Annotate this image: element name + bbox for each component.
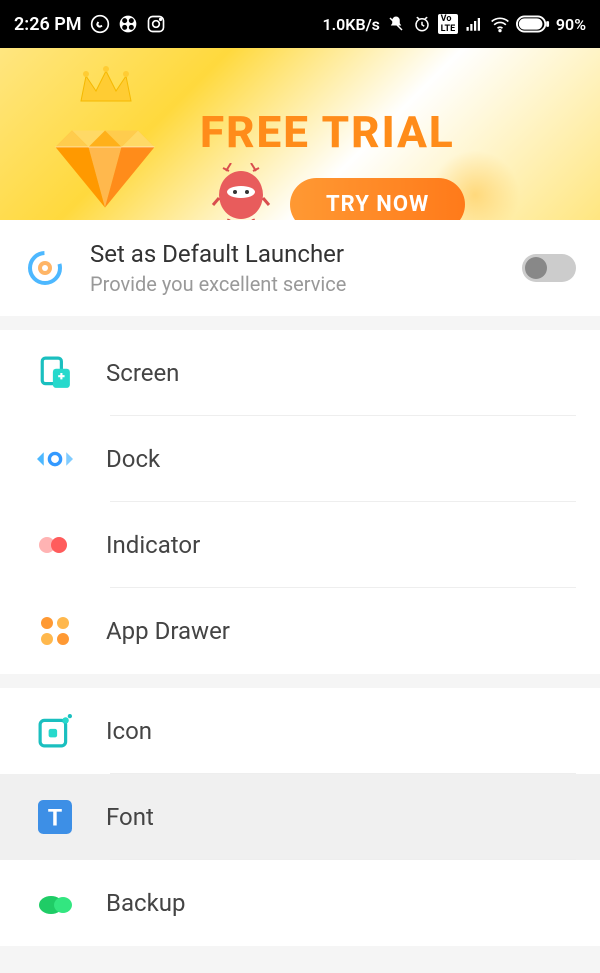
indicator-icon — [36, 526, 74, 564]
menu-item-dock[interactable]: Dock — [0, 416, 600, 502]
banner-title: FREE TRIAL — [200, 106, 455, 158]
app-drawer-icon — [36, 612, 74, 650]
menu-item-backup[interactable]: Backup — [0, 860, 600, 946]
svg-text:T: T — [48, 804, 63, 832]
menu-label: App Drawer — [106, 617, 230, 645]
mascot-icon — [210, 163, 272, 220]
try-now-button[interactable]: TRY NOW — [290, 178, 465, 220]
app-icon — [118, 14, 138, 34]
menu-label: Dock — [106, 445, 160, 473]
status-time: 2:26 PM — [14, 14, 82, 35]
dock-icon — [36, 440, 74, 478]
menu-label: Icon — [106, 717, 152, 745]
promo-banner[interactable]: FREE TRIAL TRY NOW — [0, 48, 600, 220]
whatsapp-icon — [90, 14, 110, 34]
menu-group-style: Icon T Font Backup — [0, 688, 600, 946]
crown-icon — [75, 66, 137, 106]
font-icon: T — [36, 798, 74, 836]
mute-icon — [386, 14, 406, 34]
wifi-icon — [490, 14, 510, 34]
default-launcher-row[interactable]: Set as Default Launcher Provide you exce… — [0, 220, 600, 316]
divider — [0, 674, 600, 688]
menu-label: Indicator — [106, 531, 200, 559]
divider — [0, 316, 600, 330]
menu-item-app-drawer[interactable]: App Drawer — [0, 588, 600, 674]
default-launcher-toggle[interactable] — [522, 254, 576, 282]
backup-icon — [36, 884, 74, 922]
menu-label: Backup — [106, 889, 185, 917]
icon-icon — [36, 712, 74, 750]
volte-icon: VoLTE — [438, 14, 458, 34]
default-launcher-subtitle: Provide you excellent service — [90, 272, 498, 296]
alarm-icon — [412, 14, 432, 34]
network-speed: 1.0KB/s — [322, 15, 379, 34]
status-bar: 2:26 PM 1.0KB/s VoLTE 90% — [0, 0, 600, 48]
menu-item-indicator[interactable]: Indicator — [0, 502, 600, 588]
instagram-icon — [146, 14, 166, 34]
screen-icon — [36, 354, 74, 392]
menu-label: Font — [106, 803, 154, 831]
battery-percent: 90% — [556, 15, 586, 34]
gear-icon — [24, 247, 66, 289]
signal-icon — [464, 14, 484, 34]
menu-item-icon[interactable]: Icon — [0, 688, 600, 774]
menu-label: Screen — [106, 359, 179, 387]
default-launcher-title: Set as Default Launcher — [90, 240, 498, 268]
battery-icon — [516, 14, 550, 34]
menu-group-layout: Screen Dock Indicator App Drawer — [0, 330, 600, 674]
diamond-icon — [50, 103, 160, 213]
menu-item-font[interactable]: T Font — [0, 774, 600, 860]
menu-item-screen[interactable]: Screen — [0, 330, 600, 416]
